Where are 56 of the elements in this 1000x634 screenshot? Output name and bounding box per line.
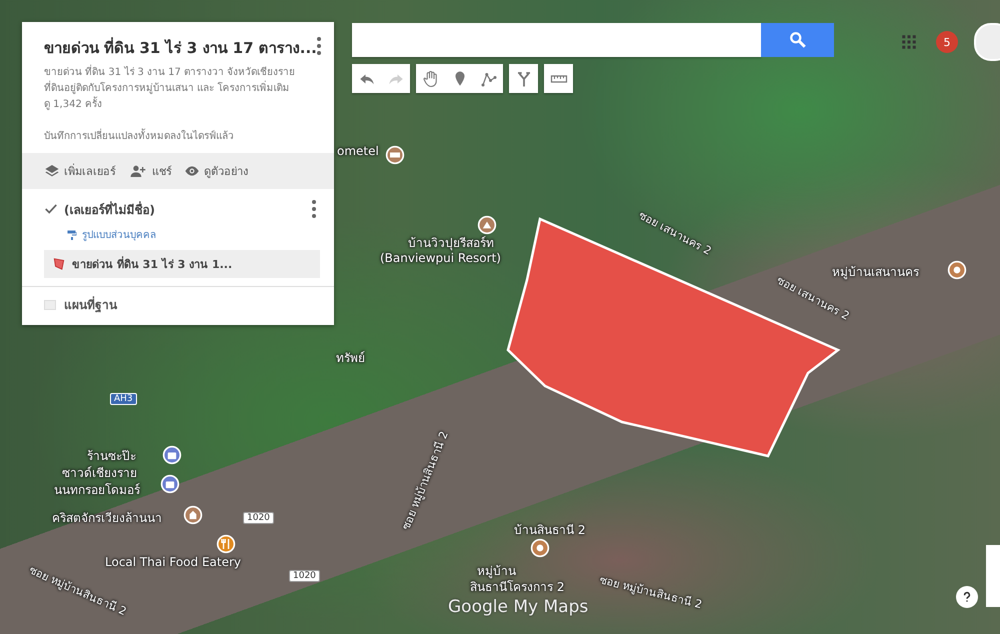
layer-checkbox[interactable] xyxy=(44,202,58,216)
place-label: Local Thai Food Eatery xyxy=(105,555,242,569)
style-link[interactable]: รูปแบบส่วนบุคคล xyxy=(66,227,320,242)
search-button[interactable] xyxy=(761,23,834,57)
paint-roller-icon xyxy=(66,228,78,242)
shop-marker-icon xyxy=(160,474,180,494)
expand-toggle[interactable] xyxy=(44,300,56,310)
layer-name[interactable]: (เลเยอร์ที่ไม่มีชื่อ) xyxy=(64,200,155,218)
search-field[interactable] xyxy=(352,23,761,57)
share-button[interactable]: แชร์ xyxy=(128,162,172,180)
place-label: ซาวด์เชียงราย xyxy=(62,465,137,482)
place-label: คริสตจักรเวียงล้านนา xyxy=(52,510,162,527)
polygon-icon xyxy=(52,257,66,271)
place-marker-icon xyxy=(530,538,550,558)
hotel-marker-icon xyxy=(385,145,405,165)
road-number-sign: AH3 xyxy=(110,393,137,405)
map-description: ที่ดินอยู่ติดกับโครงการหมู่บ้านเสนา และ โครงการเพิ่มเติม xyxy=(44,82,320,96)
ruler-button[interactable] xyxy=(544,64,573,93)
preview-button[interactable]: ดูตัวอย่าง xyxy=(184,162,248,180)
add-layer-button[interactable]: เพิ่มเลเยอร์ xyxy=(44,162,116,180)
save-status: บันทึกการเปลี่ยนแปลงทั้งหมดลงในไดรฟ์แล้ว xyxy=(44,128,320,143)
place-label: สินธานีโครงการ 2 xyxy=(470,579,564,596)
place-label: (Banviewpui Resort) xyxy=(380,251,501,265)
road-number-sign: 1020 xyxy=(289,570,320,582)
church-marker-icon xyxy=(183,505,203,525)
place-label: บ้านสินธานี 2 xyxy=(514,522,586,539)
notification-badge[interactable]: 5 xyxy=(936,31,958,53)
hand-icon xyxy=(422,70,440,88)
place-label: หมู่บ้าน xyxy=(477,563,516,580)
search-icon xyxy=(788,31,806,49)
place-label: ร้านซะป๊ะ xyxy=(87,448,136,465)
line-button[interactable] xyxy=(474,64,503,93)
apps-grid-icon[interactable] xyxy=(900,33,918,51)
place-label: ometel xyxy=(337,144,379,158)
help-button[interactable] xyxy=(956,586,978,608)
add-person-icon xyxy=(128,163,148,179)
undo-button[interactable] xyxy=(352,64,381,93)
more-options-icon[interactable] xyxy=(316,36,321,56)
place-label: หมู่บ้านเสนานคร xyxy=(832,264,919,281)
route-button[interactable] xyxy=(509,64,538,93)
resort-marker-icon xyxy=(477,215,497,235)
map-logo: Google My Maps xyxy=(448,597,588,617)
map-title: ขายด่วน ที่ดิน 31 ไร่ 3 งาน 17 ตาราง... xyxy=(44,36,317,59)
feature-item[interactable]: ขายด่วน ที่ดิน 31 ไร่ 3 งาน 1... xyxy=(44,250,320,278)
view-count: ดู 1,342 ครั้ง xyxy=(44,98,320,112)
hand-button[interactable] xyxy=(416,64,445,93)
map-description: ขายด่วน ที่ดิน 31 ไร่ 3 งาน 17 ตารางวา จังหวัดเชียงราย xyxy=(44,66,320,80)
restaurant-marker-icon xyxy=(216,534,236,554)
shop-marker-icon xyxy=(162,445,182,465)
place-label: ทรัพย์ xyxy=(336,350,365,367)
layers-icon xyxy=(44,163,60,179)
base-map-label[interactable]: แผนที่ฐาน xyxy=(64,295,117,314)
road-number-sign: 1020 xyxy=(243,512,274,524)
place-marker-icon xyxy=(947,260,967,280)
place-label: บ้านวิวปุยรีสอร์ท xyxy=(408,235,494,252)
place-label: นนทกรอยโดมอร์ xyxy=(54,482,140,499)
